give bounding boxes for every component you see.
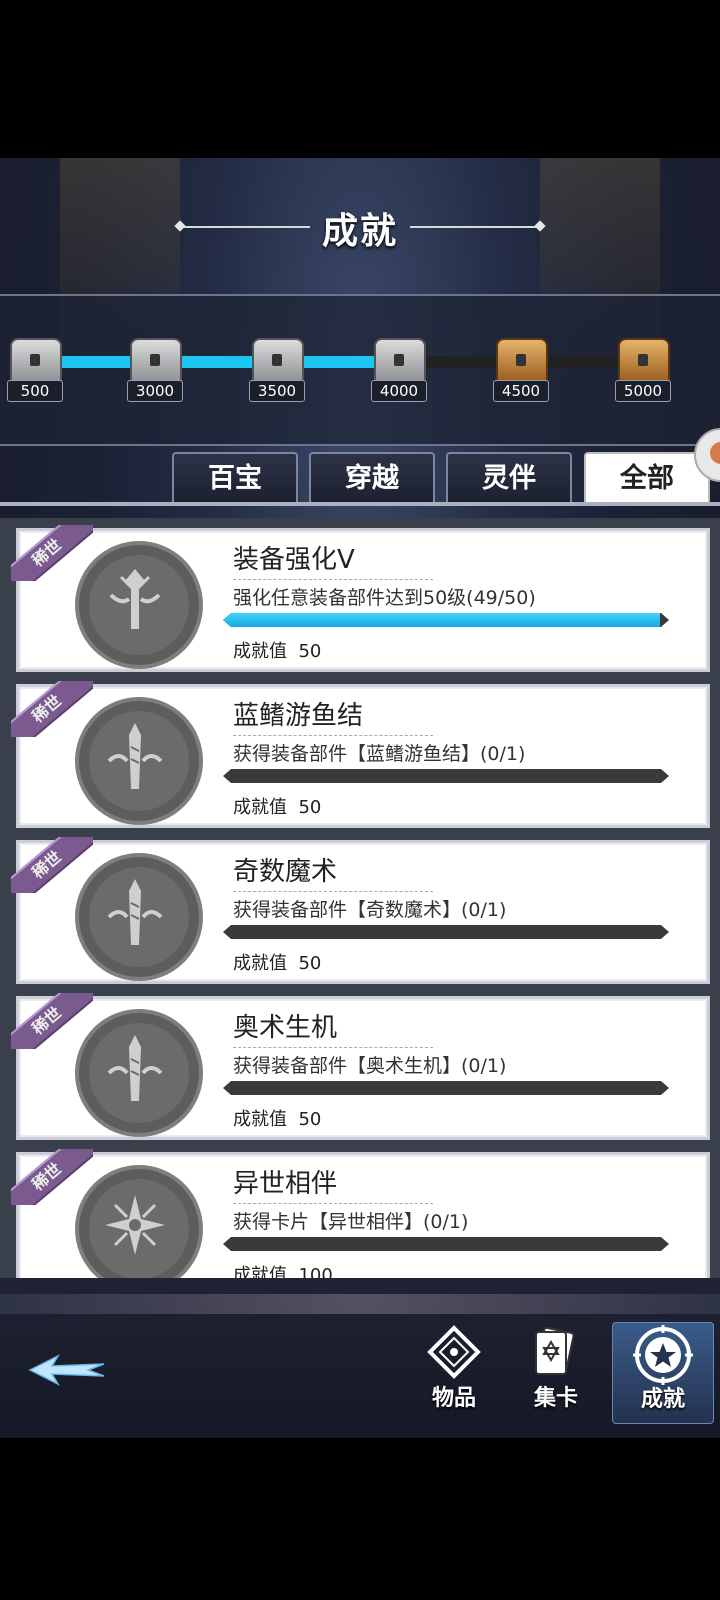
achievement-progress-bar xyxy=(223,1237,669,1251)
milestone-label: 5000 xyxy=(615,380,671,402)
achievement-icon xyxy=(633,1325,693,1385)
achievement-value: 成就值 50 xyxy=(233,793,321,819)
rarity-label: 稀世 xyxy=(11,681,93,737)
silver-chest-icon[interactable] xyxy=(130,338,182,384)
rarity-ribbon: 稀世 xyxy=(11,993,93,1049)
rarity-label: 稀世 xyxy=(11,837,93,893)
title-bar: 成就 xyxy=(0,198,720,252)
rarity-ribbon: 稀世 xyxy=(11,525,93,581)
achievement-progress-bar xyxy=(223,769,669,783)
achievement-value-label: 成就值 xyxy=(233,1265,287,1278)
title-divider xyxy=(233,735,433,736)
milestone-track-fill xyxy=(20,356,404,368)
achievement-desc: 获得装备部件【奇数魔术】(0/1) xyxy=(233,899,507,921)
achievement-title: 异世相伴 xyxy=(233,1169,338,1199)
nav-items-label: 物品 xyxy=(431,1385,476,1411)
achievement-desc: 强化任意装备部件达到50级(49/50) xyxy=(233,587,536,609)
achievement-medal xyxy=(75,697,203,825)
milestone-label: 3000 xyxy=(127,380,183,402)
title-divider xyxy=(233,891,433,892)
achievement-value-number: 100 xyxy=(298,1265,333,1278)
achievement-value: 成就值 50 xyxy=(233,1105,321,1131)
achievement-progress-bar xyxy=(223,1081,669,1095)
achievement-title: 装备强化Ⅴ xyxy=(233,545,355,575)
gold-chest-icon[interactable] xyxy=(496,338,548,384)
blade-emblem-icon xyxy=(107,1035,163,1101)
rarity-ribbon: 稀世 xyxy=(11,1149,93,1205)
rarity-ribbon: 稀世 xyxy=(11,681,93,737)
milestone-label: 4000 xyxy=(371,380,427,402)
tab-divider xyxy=(0,502,720,506)
title-divider xyxy=(233,1047,433,1048)
achievement-list[interactable]: 稀世 装备强化Ⅴ 强化任意装备部件达到50级(49/50) 成就值 50 稀世 蓝鳍游鱼结… xyxy=(0,518,720,1278)
achievement-medal xyxy=(75,541,203,669)
achievement-card[interactable]: 稀世 蓝鳍游鱼结获得装备部件【蓝鳍游鱼结】(0/1) 成就值 50 xyxy=(11,681,710,828)
achievement-desc: 获得卡片【异世相伴】(0/1) xyxy=(233,1211,469,1233)
achievement-medal xyxy=(75,1165,203,1278)
nav-cards[interactable]: 集卡 xyxy=(506,1322,606,1422)
achievement-value-label: 成就值 xyxy=(233,953,287,974)
star-compass-emblem-icon xyxy=(105,1195,165,1255)
achievement-card[interactable]: 稀世 异世相伴获得卡片【异世相伴】(0/1) 成就值 100 xyxy=(11,1149,710,1278)
milestone-label: 500 xyxy=(7,380,63,402)
tab-bar: 百宝 穿越 灵伴 全部 xyxy=(0,448,720,504)
achievement-value: 成就值 50 xyxy=(233,949,321,975)
tab-treasure[interactable]: 百宝 xyxy=(172,452,298,502)
achievement-value: 成就值 50 xyxy=(233,637,321,663)
achievement-card[interactable]: 稀世 奥术生机获得装备部件【奥术生机】(0/1) 成就值 50 xyxy=(11,993,710,1140)
silver-chest-icon[interactable] xyxy=(10,338,62,384)
achievement-desc: 获得装备部件【奥术生机】(0/1) xyxy=(233,1055,507,1077)
milestone-band xyxy=(0,294,720,446)
rarity-label: 稀世 xyxy=(11,993,93,1049)
nav-achievement-label: 成就 xyxy=(640,1386,685,1412)
game-screen: 成就 500 3000 3500 4000 4500 5000 百宝 穿越 灵伴 全部 稀… xyxy=(0,158,720,1438)
tab-all[interactable]: 全部 xyxy=(584,452,710,502)
silver-chest-icon[interactable] xyxy=(252,338,304,384)
achievement-title: 奥术生机 xyxy=(233,1013,338,1043)
bottom-decor-line xyxy=(0,1294,720,1314)
achievement-desc: 获得装备部件【蓝鳍游鱼结】(0/1) xyxy=(233,743,526,765)
milestone-label: 3500 xyxy=(249,380,305,402)
achievement-value-label: 成就值 xyxy=(233,641,287,662)
achievement-value-number: 50 xyxy=(298,1109,322,1130)
page-title: 成就 xyxy=(321,210,398,252)
rarity-ribbon: 稀世 xyxy=(11,837,93,893)
achievement-progress-fill xyxy=(223,613,660,627)
achievement-value-number: 50 xyxy=(298,641,322,662)
silver-chest-icon[interactable] xyxy=(374,338,426,384)
achievement-medal xyxy=(75,1009,203,1137)
achievement-value-label: 成就值 xyxy=(233,1109,287,1130)
achievement-value-label: 成就值 xyxy=(233,797,287,818)
tab-traverse[interactable]: 穿越 xyxy=(309,452,435,502)
rarity-label: 稀世 xyxy=(11,525,93,581)
back-arrow-icon xyxy=(28,1354,105,1386)
achievement-value-number: 50 xyxy=(298,953,322,974)
achievement-card[interactable]: 稀世 奇数魔术获得装备部件【奇数魔术】(0/1) 成就值 50 xyxy=(11,837,710,984)
back-button[interactable] xyxy=(28,1350,108,1394)
rarity-label: 稀世 xyxy=(11,1149,93,1205)
achievement-title: 蓝鳍游鱼结 xyxy=(233,701,364,731)
nav-items[interactable]: 物品 xyxy=(404,1322,504,1422)
achievement-medal xyxy=(75,853,203,981)
achievement-value-number: 50 xyxy=(298,797,322,818)
achievement-value: 成就值 100 xyxy=(233,1261,333,1278)
cards-icon xyxy=(535,1326,575,1376)
title-divider xyxy=(233,579,433,580)
achievement-progress-bar xyxy=(223,925,669,939)
title-divider xyxy=(233,1203,433,1204)
blade-emblem-icon xyxy=(107,879,163,945)
nav-achievement[interactable]: 成就 xyxy=(612,1322,714,1424)
milestone-label: 4500 xyxy=(493,380,549,402)
achievement-title: 奇数魔术 xyxy=(233,857,338,887)
sword-emblem-icon xyxy=(109,569,161,629)
achievement-card[interactable]: 稀世 装备强化Ⅴ 强化任意装备部件达到50级(49/50) 成就值 50 xyxy=(11,525,710,672)
achievement-progress-bar xyxy=(223,613,669,627)
gold-chest-icon[interactable] xyxy=(618,338,670,384)
blade-emblem-icon xyxy=(107,723,163,789)
tab-companion[interactable]: 灵伴 xyxy=(446,452,572,502)
nav-cards-label: 集卡 xyxy=(533,1385,578,1411)
items-icon xyxy=(427,1325,481,1379)
